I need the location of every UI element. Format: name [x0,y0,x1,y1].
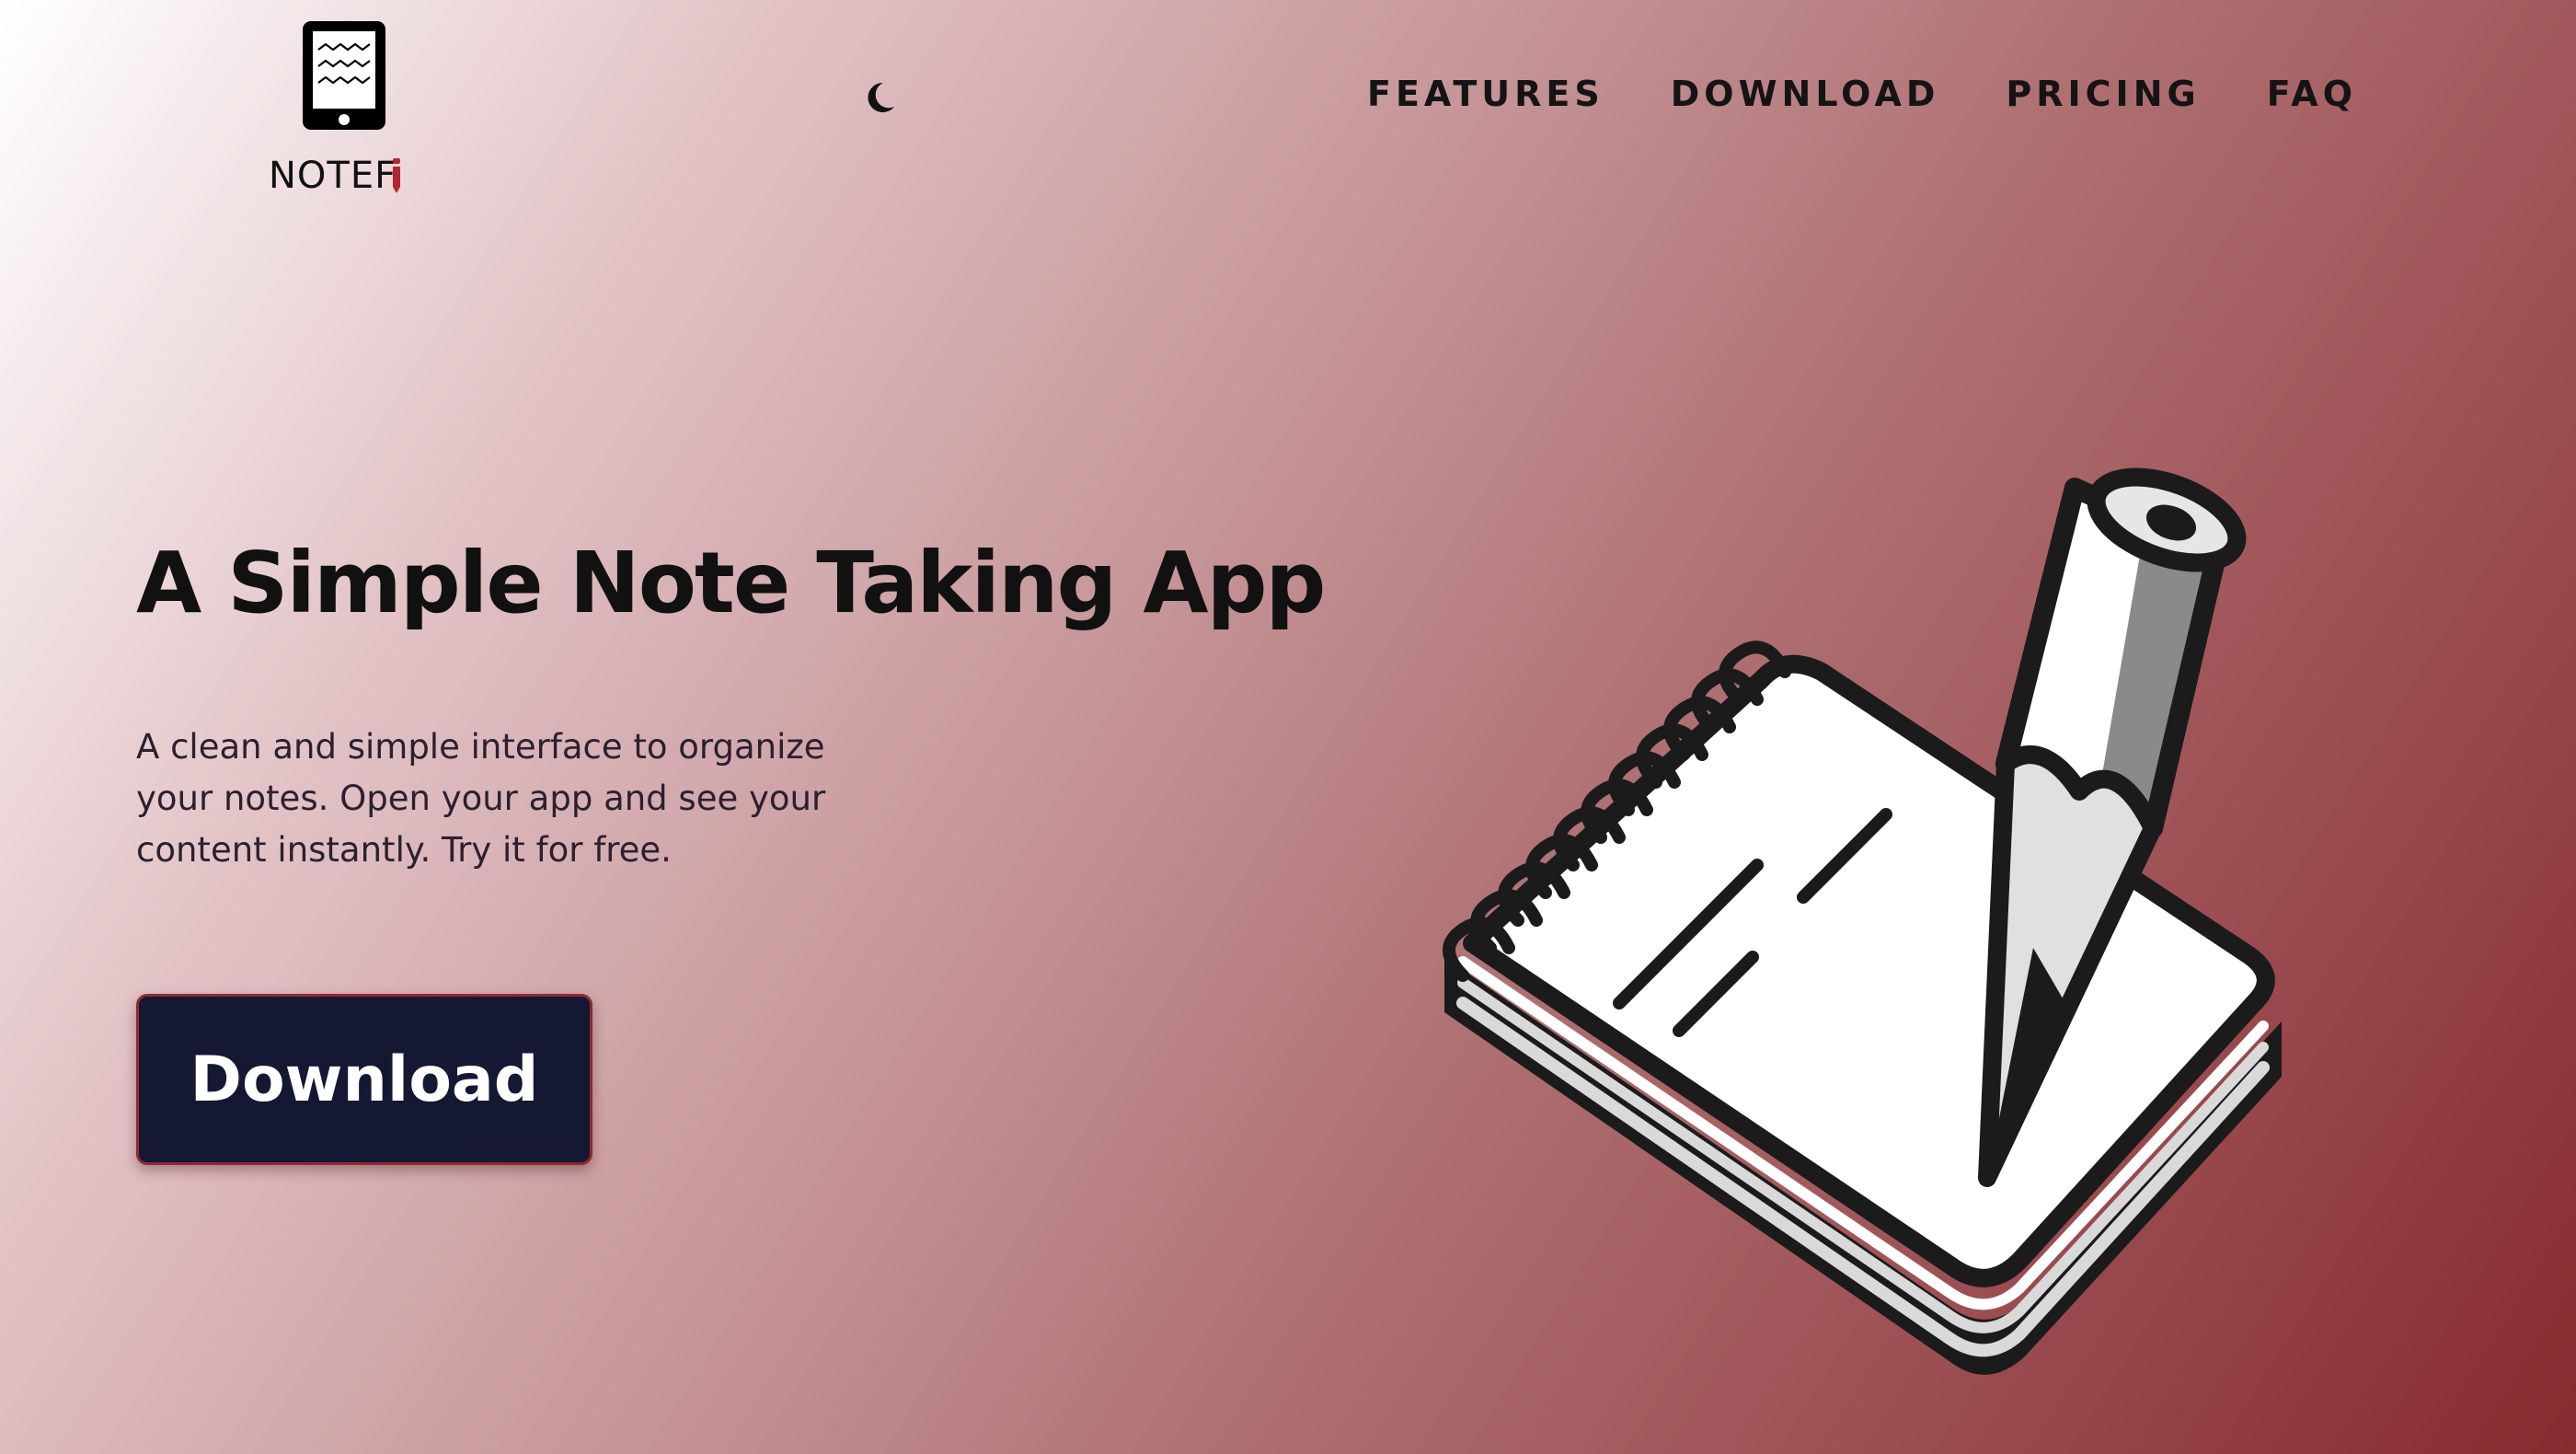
landing-page: NOTEF FEATURES DOWNLOAD PRICING FAQ A Si… [0,0,2576,1454]
download-button[interactable]: Download [136,994,592,1165]
notepad-with-pencil-illustration [1443,467,2282,1375]
brand-name: NOTEF [269,155,397,197]
pencil-icon [393,158,400,193]
hero-description: A clean and simple interface to organize… [136,727,826,870]
nav-pricing-link[interactable]: PRICING [2006,74,2200,114]
brand-logo[interactable]: NOTEF [265,18,421,197]
nav-download-link[interactable]: DOWNLOAD [1671,74,1940,114]
hero-title: A Simple Note Taking App [136,534,1326,632]
nav-faq-link[interactable]: FAQ [2267,74,2357,114]
main-nav: FEATURES DOWNLOAD PRICING FAQ [1367,74,2357,114]
moon-icon[interactable] [861,79,898,116]
tablet-notes-icon [303,21,385,130]
nav-features-link[interactable]: FEATURES [1367,74,1604,114]
